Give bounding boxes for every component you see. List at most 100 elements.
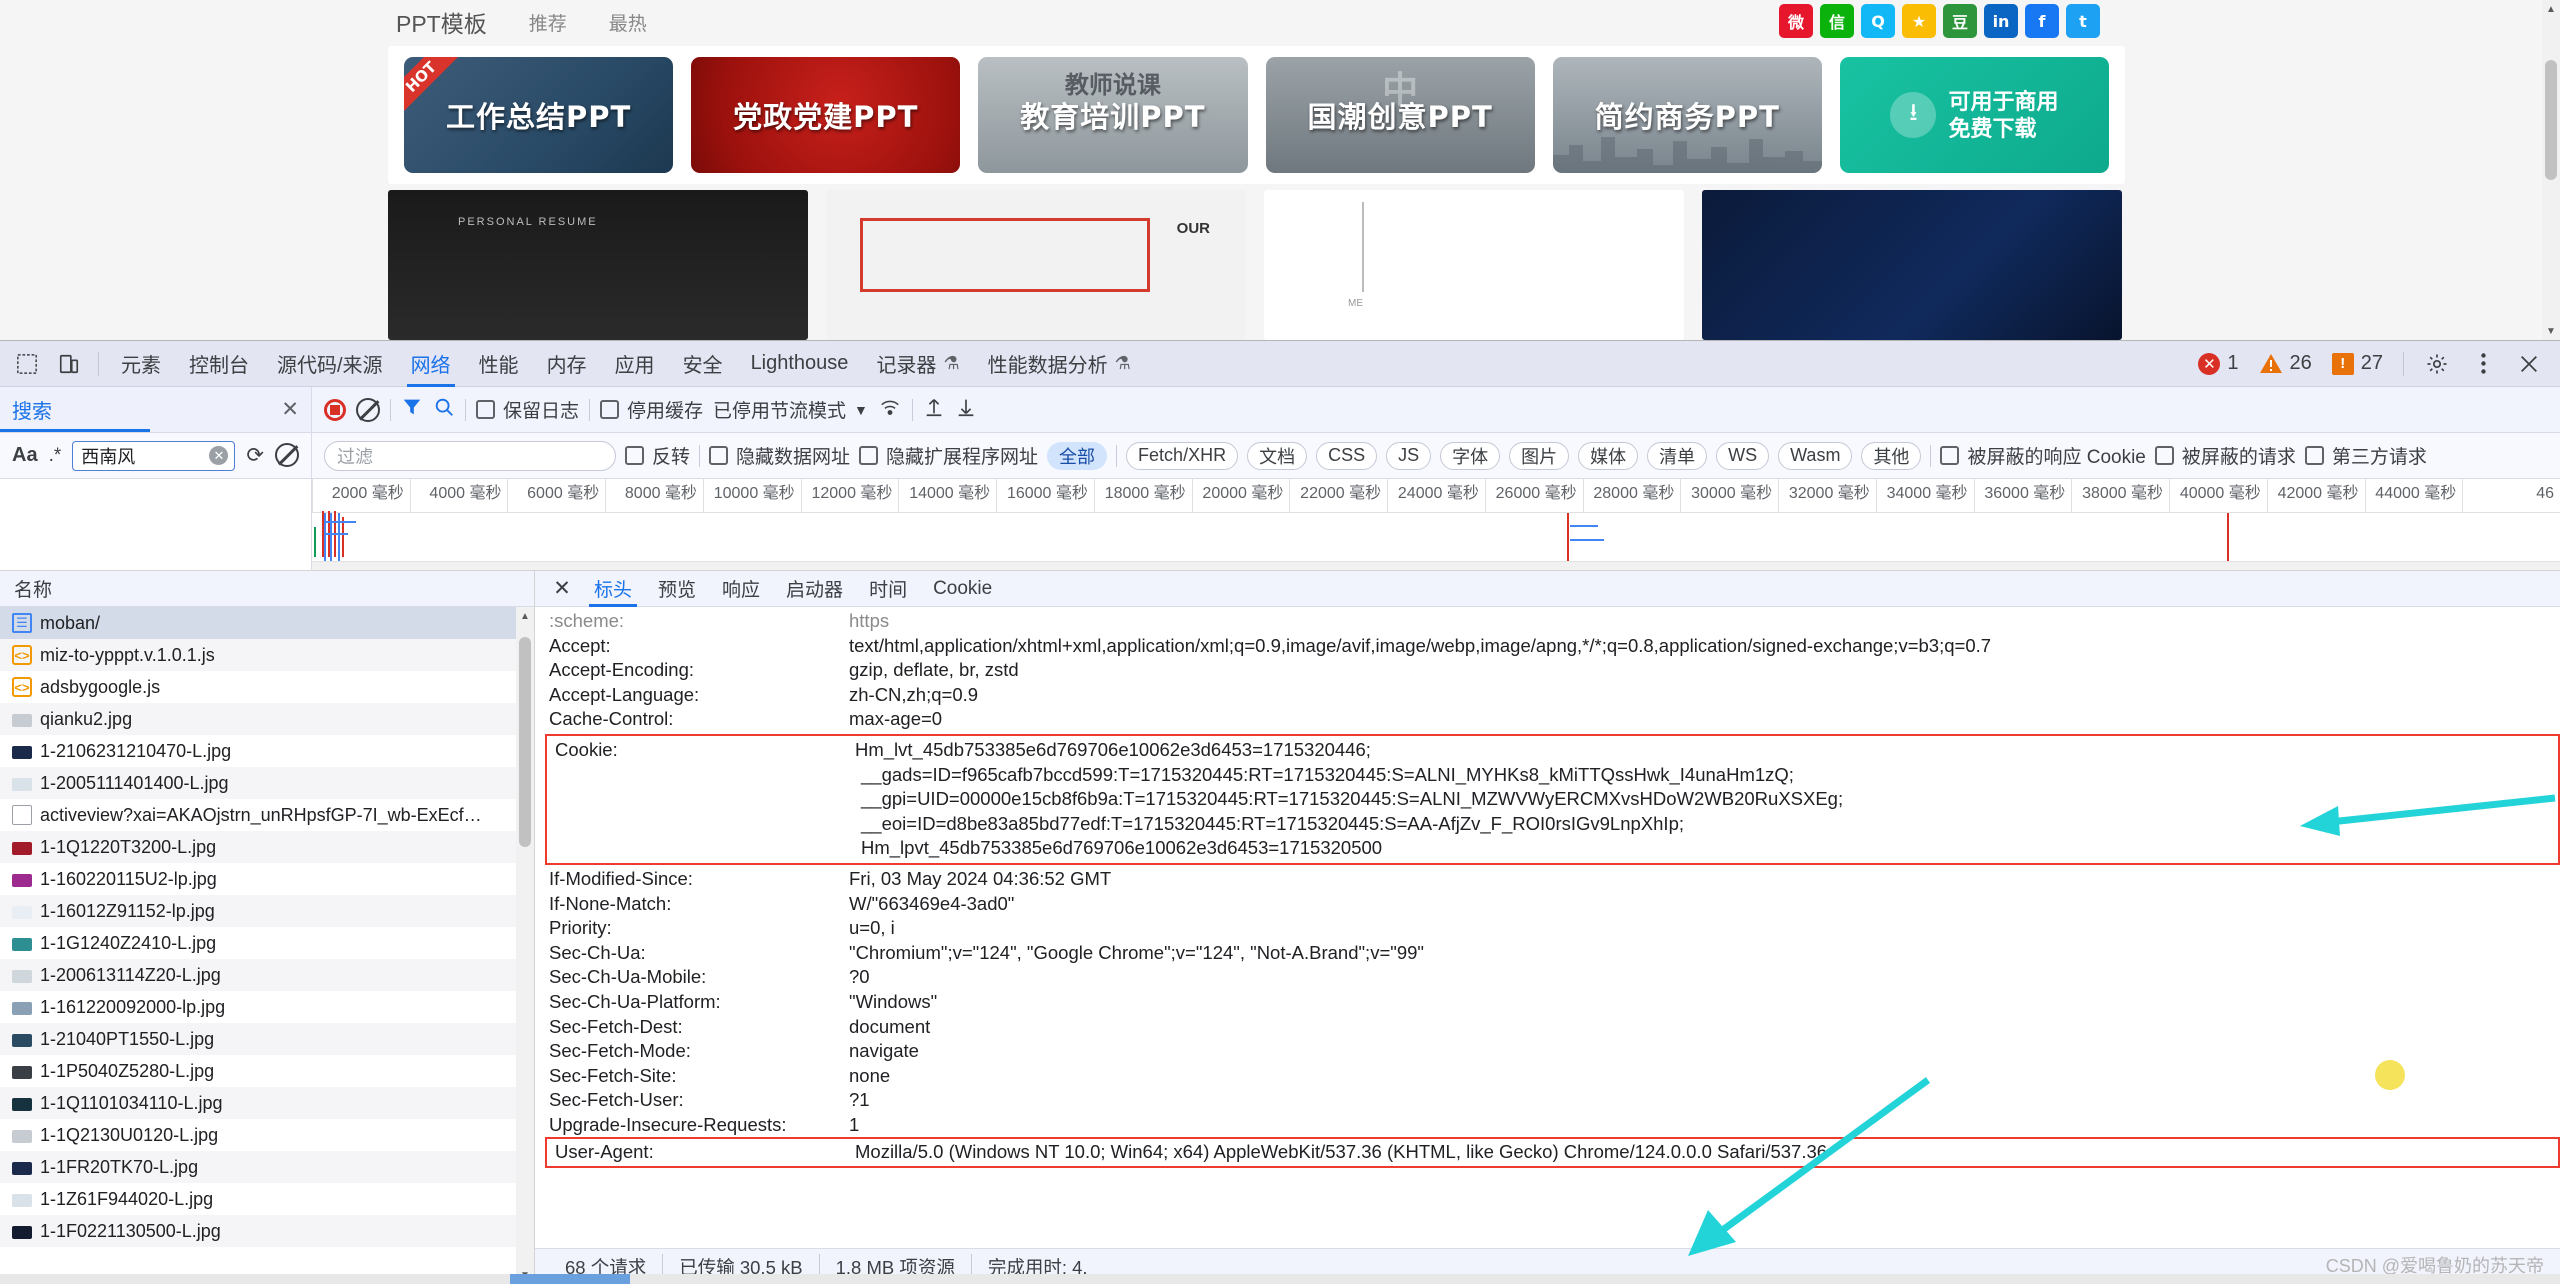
- scroll-up-arrow-icon[interactable]: ▲: [2542, 0, 2560, 18]
- close-icon[interactable]: [2508, 343, 2550, 385]
- devtools-tab-4[interactable]: 性能: [465, 341, 533, 387]
- filter-icon[interactable]: [401, 396, 423, 424]
- request-row[interactable]: ☰ moban/: [0, 607, 534, 639]
- nav-link-hottest[interactable]: 最热: [609, 9, 647, 36]
- banner-card-party-building[interactable]: 党政党建PPT: [691, 57, 961, 173]
- detail-tab-4[interactable]: 时间: [856, 571, 920, 607]
- search-pane-close-icon[interactable]: ✕: [281, 397, 299, 422]
- timeline-area[interactable]: 2000 毫秒 4000 毫秒 6000 毫秒 8000 毫秒 10000 毫秒 1200…: [312, 479, 2560, 570]
- request-row[interactable]: 1-1Q1101034110-L.jpg: [0, 1087, 534, 1119]
- refresh-icon[interactable]: ⟳: [246, 443, 264, 468]
- hide-extension-urls-checkbox[interactable]: 隐藏扩展程序网址: [859, 442, 1038, 469]
- taskbar-item[interactable]: [510, 1274, 630, 1284]
- network-conditions-icon[interactable]: [878, 396, 902, 424]
- request-row[interactable]: 1-2005111401400-L.jpg: [0, 767, 534, 799]
- request-row[interactable]: 1-1P5040Z5280-L.jpg: [0, 1055, 534, 1087]
- thumbnail-item[interactable]: [1702, 190, 2122, 340]
- request-row[interactable]: 1-1F0221130500-L.jpg: [0, 1215, 534, 1247]
- preserve-log-checkbox[interactable]: 保留日志: [476, 396, 579, 423]
- devtools-tab-5[interactable]: 内存: [533, 341, 601, 387]
- filter-type--[interactable]: 字体: [1440, 441, 1501, 470]
- hide-data-urls-checkbox[interactable]: 隐藏数据网址: [709, 442, 850, 469]
- filter-input[interactable]: 过滤: [324, 440, 616, 471]
- facebook-icon[interactable]: f: [2025, 4, 2059, 38]
- scrollbar-thumb[interactable]: [2545, 60, 2557, 180]
- disable-cache-checkbox[interactable]: 停用缓存: [600, 396, 703, 423]
- request-row[interactable]: 1-16012Z91152-lp.jpg: [0, 895, 534, 927]
- detail-tab-5[interactable]: Cookie: [920, 571, 1005, 607]
- thumbnail-item[interactable]: PERSONAL RESUME: [388, 190, 808, 340]
- scrollbar-thumb[interactable]: [519, 637, 531, 847]
- devtools-tab-7[interactable]: 安全: [669, 341, 737, 387]
- filter-type--[interactable]: 图片: [1509, 441, 1570, 470]
- more-vertical-icon[interactable]: [2462, 343, 2504, 385]
- devtools-tab-8[interactable]: Lighthouse: [737, 341, 863, 387]
- request-list-scrollbar[interactable]: ▲ ▼: [516, 607, 534, 1284]
- search-icon[interactable]: [433, 396, 455, 424]
- filter-type--[interactable]: 媒体: [1578, 441, 1639, 470]
- request-row[interactable]: 1-161220092000-lp.jpg: [0, 991, 534, 1023]
- third-party-requests-checkbox[interactable]: 第三方请求: [2304, 442, 2427, 469]
- export-har-icon[interactable]: [955, 396, 977, 424]
- info-counter[interactable]: ! 27: [2324, 352, 2391, 375]
- timeline-scroll-track[interactable]: [312, 561, 2560, 570]
- filter-type--[interactable]: 文档: [1247, 441, 1308, 470]
- request-row[interactable]: 1-1Q2130U0120-L.jpg: [0, 1119, 534, 1151]
- invert-checkbox[interactable]: 反转: [625, 442, 690, 469]
- clear-results-icon[interactable]: [275, 442, 299, 469]
- import-har-icon[interactable]: [923, 396, 945, 424]
- filter-type-fetch-xhr[interactable]: Fetch/XHR: [1126, 441, 1239, 470]
- banner-card-free-download[interactable]: ⭳ 可用于商用 免费下载: [1839, 57, 2110, 173]
- device-toolbar-icon[interactable]: [48, 343, 90, 385]
- banner-card-business[interactable]: 简约商务PPT: [1552, 57, 1822, 173]
- nav-link-recommend[interactable]: 推荐: [529, 9, 567, 36]
- request-row[interactable]: <> miz-to-ypppt.v.1.0.1.js: [0, 639, 534, 671]
- favorite-icon[interactable]: ★: [1902, 4, 1936, 38]
- filter-type--[interactable]: 全部: [1047, 441, 1108, 470]
- request-row[interactable]: 1-1Q1220T3200-L.jpg: [0, 831, 534, 863]
- blocked-response-cookies-checkbox[interactable]: 被屏蔽的响应 Cookie: [1940, 442, 2146, 469]
- detail-tab-1[interactable]: 预览: [645, 571, 709, 607]
- twitter-icon[interactable]: t: [2066, 4, 2100, 38]
- devtools-tab-1[interactable]: 控制台: [175, 341, 263, 387]
- scroll-up-arrow-icon[interactable]: ▲: [516, 607, 534, 625]
- warning-counter[interactable]: 26: [2251, 352, 2320, 375]
- clear-icon[interactable]: [356, 397, 380, 422]
- network-timeline-overview[interactable]: 2000 毫秒 4000 毫秒 6000 毫秒 8000 毫秒 10000 毫秒 1200…: [0, 479, 2560, 571]
- filter-type-js[interactable]: JS: [1386, 441, 1432, 470]
- thumbnail-item[interactable]: OUR: [826, 190, 1246, 340]
- weibo-icon[interactable]: 微: [1779, 4, 1813, 38]
- page-scrollbar[interactable]: ▲ ▼: [2542, 0, 2560, 340]
- devtools-tab-2[interactable]: 源代码/来源: [263, 341, 397, 387]
- request-row[interactable]: 1-160220115U2-lp.jpg: [0, 863, 534, 895]
- request-row[interactable]: qianku2.jpg: [0, 703, 534, 735]
- request-row[interactable]: 1-1FR20TK70-L.jpg: [0, 1151, 534, 1183]
- request-row[interactable]: 1-1G1240Z2410-L.jpg: [0, 927, 534, 959]
- detail-tab-0[interactable]: 标头: [581, 571, 645, 607]
- error-counter[interactable]: ✕ 1: [2190, 352, 2246, 375]
- devtools-tab-6[interactable]: 应用: [601, 341, 669, 387]
- request-row[interactable]: 1-2106231210470-L.jpg: [0, 735, 534, 767]
- devtools-tab-9[interactable]: 记录器 ⚗: [862, 341, 973, 387]
- filter-type-wasm[interactable]: Wasm: [1778, 441, 1853, 470]
- linkedin-icon[interactable]: in: [1984, 4, 2018, 38]
- request-row[interactable]: 1-200613114Z20-L.jpg: [0, 959, 534, 991]
- gear-icon[interactable]: [2416, 343, 2458, 385]
- wechat-icon[interactable]: 信: [1820, 4, 1854, 38]
- scroll-down-arrow-icon[interactable]: ▼: [2542, 322, 2560, 340]
- close-icon[interactable]: ✕: [545, 572, 579, 606]
- request-row[interactable]: <> adsbygoogle.js: [0, 671, 534, 703]
- thumbnail-item[interactable]: ME: [1264, 190, 1684, 340]
- qq-icon[interactable]: Q: [1861, 4, 1895, 38]
- regex-icon[interactable]: .*: [49, 445, 62, 467]
- banner-card-education[interactable]: 教师说课 教育培训PPT: [978, 57, 1248, 173]
- devtools-tab-0[interactable]: 元素: [107, 341, 175, 387]
- throttling-select[interactable]: 已停用节流模式 ▼: [713, 396, 868, 423]
- douban-icon[interactable]: 豆: [1943, 4, 1977, 38]
- record-icon[interactable]: [324, 398, 346, 421]
- banner-card-work-summary[interactable]: HOT 工作总结PPT: [404, 57, 674, 173]
- request-row[interactable]: 1-21040PT1550-L.jpg: [0, 1023, 534, 1055]
- inspect-element-icon[interactable]: [6, 343, 48, 385]
- match-case-icon[interactable]: Aa: [12, 444, 38, 467]
- devtools-tab-10[interactable]: 性能数据分析 ⚗: [974, 341, 1145, 387]
